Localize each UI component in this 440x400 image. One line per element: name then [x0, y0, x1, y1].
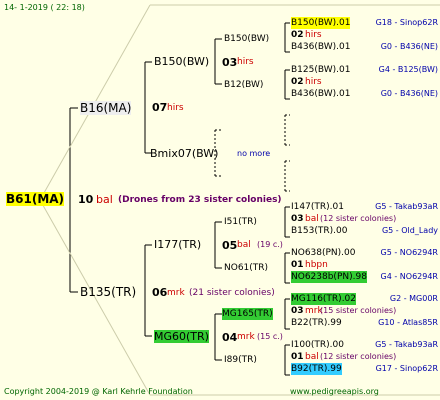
g2-c-tag: bal [237, 240, 251, 250]
ggp-top-name[interactable]: MG116(TR).02 [291, 293, 357, 305]
ggp-top-name[interactable]: B150(BW).01 [291, 17, 351, 29]
g2-c-note: (19 c.) [257, 240, 283, 249]
ggp-top-name[interactable]: B125(BW).01 [291, 64, 350, 76]
ggp-tag: bal [305, 352, 319, 362]
g2-c-num: 05 [222, 239, 238, 252]
ggp-bottom-origin: G0 - B436(NE) [380, 42, 438, 51]
ggp-bottom-name[interactable]: B153(TR).00 [291, 225, 347, 237]
ggp-num: 02 [291, 30, 304, 40]
g3-b-name[interactable]: B12(BW) [224, 79, 263, 91]
g1-upper-num: 07 [152, 101, 168, 114]
g2-d-tag: mrk [237, 332, 255, 342]
root-num: 10 [78, 193, 94, 206]
ggp-top-name[interactable]: NO638(PN).00 [291, 247, 356, 259]
ggp-tag: hirs [305, 77, 322, 87]
g2-a-tag: hirs [237, 57, 254, 67]
ggp-tag: bal [305, 214, 319, 224]
ggp-tag: hbpn [305, 260, 328, 270]
ggp-bottom-name[interactable]: B92(TR).99 [291, 363, 342, 375]
g2-b-name[interactable]: Bmix07(BW) [150, 147, 218, 160]
ggp-top-origin: G5 - Takab93aR [375, 202, 438, 211]
g3-d-name[interactable]: NO61(TR) [224, 262, 268, 274]
g2-d-name[interactable]: MG60(TR) [154, 330, 209, 343]
ggp-note: (15 sister colonies) [320, 306, 397, 315]
g2-b-note: no more [237, 149, 271, 158]
site-link[interactable]: www.pedigreeapis.org [290, 386, 379, 398]
g2-d-num: 04 [222, 331, 238, 344]
ggp-note: (12 sister colonies) [320, 352, 397, 361]
ggp-bottom-origin: G17 - Sinop62R [375, 364, 438, 373]
ggp-bottom-origin: G10 - Atlas85R [378, 318, 438, 327]
root-note: (Drones from 23 sister colonies) [118, 195, 282, 205]
ggp-top-origin: G4 - B125(BW) [378, 65, 438, 74]
ggp-note: (12 sister colonies) [320, 214, 397, 223]
g2-c-name[interactable]: I177(TR) [154, 238, 201, 251]
ggp-bottom-name[interactable]: B22(TR).99 [291, 317, 342, 329]
ggp-top-name[interactable]: I147(TR).01 [291, 201, 344, 213]
ggp-num: 01 [291, 260, 304, 270]
copyright: Copyright 2004-2019 @ Karl Kehrle Founda… [4, 387, 193, 396]
g1-lower-note: (21 sister colonies) [189, 288, 275, 298]
ggp-bottom-name[interactable]: B436(BW).01 [291, 41, 350, 53]
ggp-bottom-name[interactable]: B436(BW).01 [291, 88, 350, 100]
g3-f-name[interactable]: I89(TR) [224, 354, 257, 366]
g3-c-name[interactable]: I51(TR) [224, 216, 257, 228]
ggp-num: 03 [291, 214, 304, 224]
g2-d-note: (15 c.) [257, 332, 283, 341]
ggp-num: 03 [291, 306, 304, 316]
ggp-bottom-name[interactable]: NO6238b(PN).98 [291, 271, 367, 283]
root-tag: bal [96, 193, 113, 206]
ggp-top-name[interactable]: I100(TR).00 [291, 339, 344, 351]
g1-lower-tag: mrk [167, 288, 185, 298]
pedigree-page: 14- 1-2019 ( 22: 18) B61(MA) 10 bal (Dro… [0, 0, 440, 400]
g3-e-name[interactable]: MG165(TR) [222, 308, 273, 320]
g1-upper-name[interactable]: B16(MA) [80, 101, 132, 115]
g1-lower-num: 06 [152, 286, 168, 299]
ggp-num: 01 [291, 352, 304, 362]
g2-a-num: 03 [222, 56, 238, 69]
ggp-top-origin: G2 - MG00R [389, 294, 438, 303]
root-queen-name[interactable]: B61(MA) [6, 192, 65, 206]
ggp-bottom-origin: G0 - B436(NE) [380, 89, 438, 98]
g3-a-label[interactable]: B150(BW) [224, 33, 269, 45]
ggp-top-origin: G18 - Sinop62R [375, 18, 438, 27]
ggp-bottom-origin: G4 - NO6294R [380, 272, 438, 281]
timestamp: 14- 1-2019 ( 22: 18) [4, 3, 85, 12]
g2-a-name[interactable]: B150(BW) [154, 55, 209, 68]
ggp-bottom-origin: G5 - Old_Lady [381, 226, 438, 235]
ggp-top-origin: G5 - Takab93aR [375, 340, 438, 349]
ggp-top-origin: G5 - NO6294R [380, 248, 438, 257]
g1-upper-tag: hirs [167, 103, 184, 113]
ggp-num: 02 [291, 77, 304, 87]
g1-lower-name[interactable]: B135(TR) [80, 285, 136, 299]
ggp-tag: hirs [305, 30, 322, 40]
